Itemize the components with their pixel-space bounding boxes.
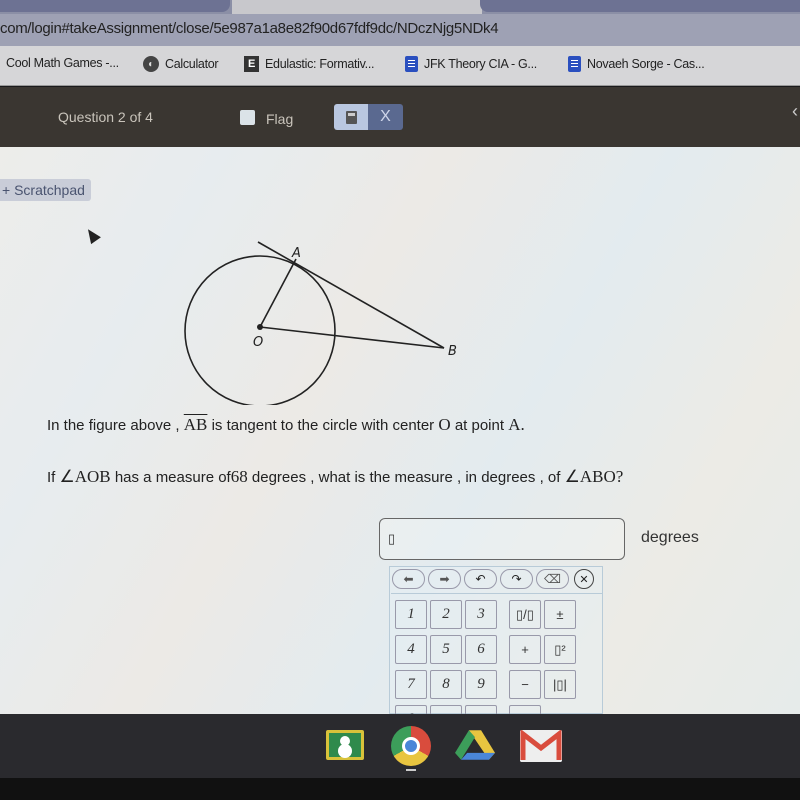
key-6[interactable]: 6 bbox=[465, 635, 497, 664]
key-4[interactable]: 4 bbox=[395, 635, 427, 664]
label-b: B bbox=[448, 344, 457, 359]
angle-aob: ∠AOB bbox=[59, 467, 111, 486]
label-o: O bbox=[253, 335, 263, 350]
close-button[interactable]: X bbox=[368, 104, 403, 130]
screen-bezel bbox=[0, 778, 800, 800]
key-3[interactable]: 3 bbox=[465, 600, 497, 629]
text: is tangent to the circle with center bbox=[211, 417, 435, 434]
gmail-icon[interactable] bbox=[520, 730, 562, 762]
flag-label[interactable]: Flag bbox=[266, 111, 293, 127]
fraction-key[interactable]: ▯/▯ bbox=[509, 600, 541, 629]
clear-key[interactable]: ✕ bbox=[574, 569, 594, 589]
browser-tab[interactable] bbox=[0, 0, 230, 12]
google-drive-icon[interactable] bbox=[455, 729, 495, 761]
browser-tab-active[interactable] bbox=[232, 0, 482, 14]
answer-input[interactable]: ▯ bbox=[379, 518, 625, 560]
bookmark-novaeh-sorge[interactable]: Novaeh Sorge - Cas... bbox=[568, 56, 705, 72]
center-label: O bbox=[438, 415, 451, 434]
plus-key[interactable]: + bbox=[509, 635, 541, 664]
absolute-value-key[interactable]: |▯| bbox=[544, 670, 576, 699]
url-text[interactable]: com/login#takeAssignment/close/5e987a1a8… bbox=[0, 20, 499, 37]
circle bbox=[184, 255, 336, 405]
point-label: A. bbox=[508, 415, 525, 434]
edulastic-icon: E bbox=[244, 56, 259, 72]
active-indicator bbox=[406, 769, 416, 771]
unit-label: degrees bbox=[641, 529, 699, 546]
bookmarks-bar: Cool Math Games -... ◐ Calculator E Edul… bbox=[0, 46, 800, 86]
segment-ob bbox=[259, 326, 445, 349]
question-area: + Scratchpad A O B In the figure above ,… bbox=[0, 147, 800, 734]
text: at point bbox=[454, 417, 505, 434]
globe-icon: ◐ bbox=[143, 56, 159, 72]
exponent-key[interactable]: ▯² bbox=[544, 635, 576, 664]
radius-oa bbox=[259, 258, 297, 328]
bookmark-label: Edulastic: Formativ... bbox=[265, 57, 375, 71]
label-a: A bbox=[291, 246, 301, 261]
chrome-icon[interactable] bbox=[391, 726, 431, 766]
bookmark-label: JFK Theory CIA - G... bbox=[424, 57, 537, 71]
tangent-line-ab bbox=[257, 241, 445, 349]
key-9[interactable]: 9 bbox=[465, 670, 497, 699]
text: In the figure above , bbox=[47, 417, 180, 434]
undo-key[interactable]: ↶ bbox=[464, 569, 497, 589]
key-2[interactable]: 2 bbox=[430, 600, 462, 629]
text: degrees , what is the measure , in degre… bbox=[251, 469, 561, 486]
angle-abo: ∠ABO? bbox=[564, 467, 624, 486]
angle-measure: 68 bbox=[230, 467, 248, 486]
minus-key[interactable]: − bbox=[509, 670, 541, 699]
question-line-1: In the figure above , AB is tangent to t… bbox=[47, 415, 525, 435]
flag-checkbox[interactable] bbox=[240, 110, 255, 125]
bookmark-calculator[interactable]: ◐ Calculator bbox=[143, 56, 219, 72]
docs-icon bbox=[405, 56, 418, 72]
mouse-cursor-icon bbox=[83, 225, 101, 245]
bookmark-edulastic[interactable]: E Edulastic: Formativ... bbox=[244, 56, 374, 72]
question-counter: Question 2 of 4 bbox=[58, 109, 153, 125]
bookmark-label: Novaeh Sorge - Cas... bbox=[587, 57, 705, 71]
scratchpad-button[interactable]: + Scratchpad bbox=[0, 179, 91, 201]
arrow-right-key[interactable]: ➡ bbox=[428, 569, 461, 589]
google-classroom-icon[interactable] bbox=[326, 730, 364, 760]
redo-key[interactable]: ↷ bbox=[500, 569, 533, 589]
key-8[interactable]: 8 bbox=[430, 670, 462, 699]
plus-minus-key[interactable]: ± bbox=[544, 600, 576, 629]
key-7[interactable]: 7 bbox=[395, 670, 427, 699]
tab-strip bbox=[0, 0, 800, 14]
bookmark-label: Calculator bbox=[165, 57, 219, 71]
key-5[interactable]: 5 bbox=[430, 635, 462, 664]
bookmark-cool-math-games[interactable]: Cool Math Games -... bbox=[6, 56, 119, 70]
input-cursor: ▯ bbox=[388, 531, 396, 546]
os-shelf bbox=[0, 714, 800, 778]
math-keypad: ⬅ ➡ ↶ ↷ ⌫ ✕ 123▯/▯±456+▯²789−|▯|0.▯% bbox=[389, 566, 603, 734]
browser-tab[interactable] bbox=[480, 0, 800, 12]
text: has a measure of bbox=[114, 469, 231, 486]
docs-icon bbox=[568, 56, 581, 72]
keypad-grid: 123▯/▯±456+▯²789−|▯|0.▯% bbox=[391, 593, 602, 734]
bookmark-label: Cool Math Games -... bbox=[6, 56, 119, 70]
arrow-left-key[interactable]: ⬅ bbox=[392, 569, 425, 589]
chevron-left-icon[interactable]: ‹ bbox=[792, 101, 798, 122]
address-bar[interactable]: com/login#takeAssignment/close/5e987a1a8… bbox=[0, 14, 800, 46]
center-point bbox=[257, 324, 263, 330]
backspace-key[interactable]: ⌫ bbox=[536, 569, 569, 589]
text: If bbox=[47, 469, 56, 486]
segment-ab: AB bbox=[183, 415, 208, 434]
question-line-2: If ∠AOB has a measure of68 degrees , wha… bbox=[47, 467, 623, 487]
calculator-icon bbox=[345, 110, 357, 124]
key-1[interactable]: 1 bbox=[395, 600, 427, 629]
calculator-button[interactable] bbox=[334, 104, 368, 130]
bookmark-jfk-theory[interactable]: JFK Theory CIA - G... bbox=[405, 56, 537, 72]
geometry-figure: A O B bbox=[184, 241, 457, 405]
assignment-toolbar: Question 2 of 4 Flag X ‹ bbox=[0, 87, 800, 147]
